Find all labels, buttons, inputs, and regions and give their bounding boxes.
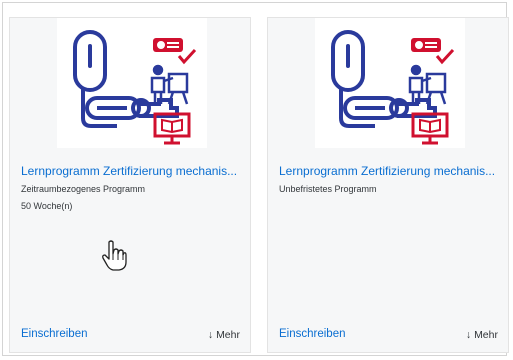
program-thumbnail	[57, 18, 207, 148]
monitor-book-icon	[153, 112, 191, 145]
hand-pointer-icon	[102, 240, 127, 271]
program-card[interactable]: Lernprogramm Zertifizierung mechanis... …	[267, 17, 509, 353]
monitor-book-icon	[411, 112, 449, 145]
more-label: Mehr	[216, 329, 240, 341]
certificate-icon	[153, 38, 197, 65]
card-footer: Einschreiben ↓ Mehr	[279, 328, 498, 344]
arrow-down-icon: ↓	[207, 329, 214, 341]
arrow-down-icon: ↓	[465, 329, 472, 341]
program-title[interactable]: Lernprogramm Zertifizierung mechanis...	[279, 164, 501, 178]
enroll-link[interactable]: Einschreiben	[279, 328, 345, 340]
program-card[interactable]: Lernprogramm Zertifizierung mechanis... …	[9, 17, 251, 353]
more-button[interactable]: ↓ Mehr	[466, 329, 498, 341]
more-label: Mehr	[474, 329, 498, 341]
program-type: Zeitraumbezogenes Programm	[21, 184, 146, 194]
enroll-link[interactable]: Einschreiben	[21, 328, 87, 340]
program-list-frame: Lernprogramm Zertifizierung mechanis... …	[2, 2, 509, 356]
program-title[interactable]: Lernprogramm Zertifizierung mechanis...	[21, 164, 243, 178]
program-type: Unbefristetes Programm	[279, 184, 377, 194]
program-thumbnail	[315, 18, 465, 148]
program-duration: 50 Woche(n)	[21, 201, 73, 211]
card-footer: Einschreiben ↓ Mehr	[21, 328, 240, 344]
more-button[interactable]: ↓ Mehr	[208, 329, 240, 341]
certificate-icon	[411, 38, 455, 65]
